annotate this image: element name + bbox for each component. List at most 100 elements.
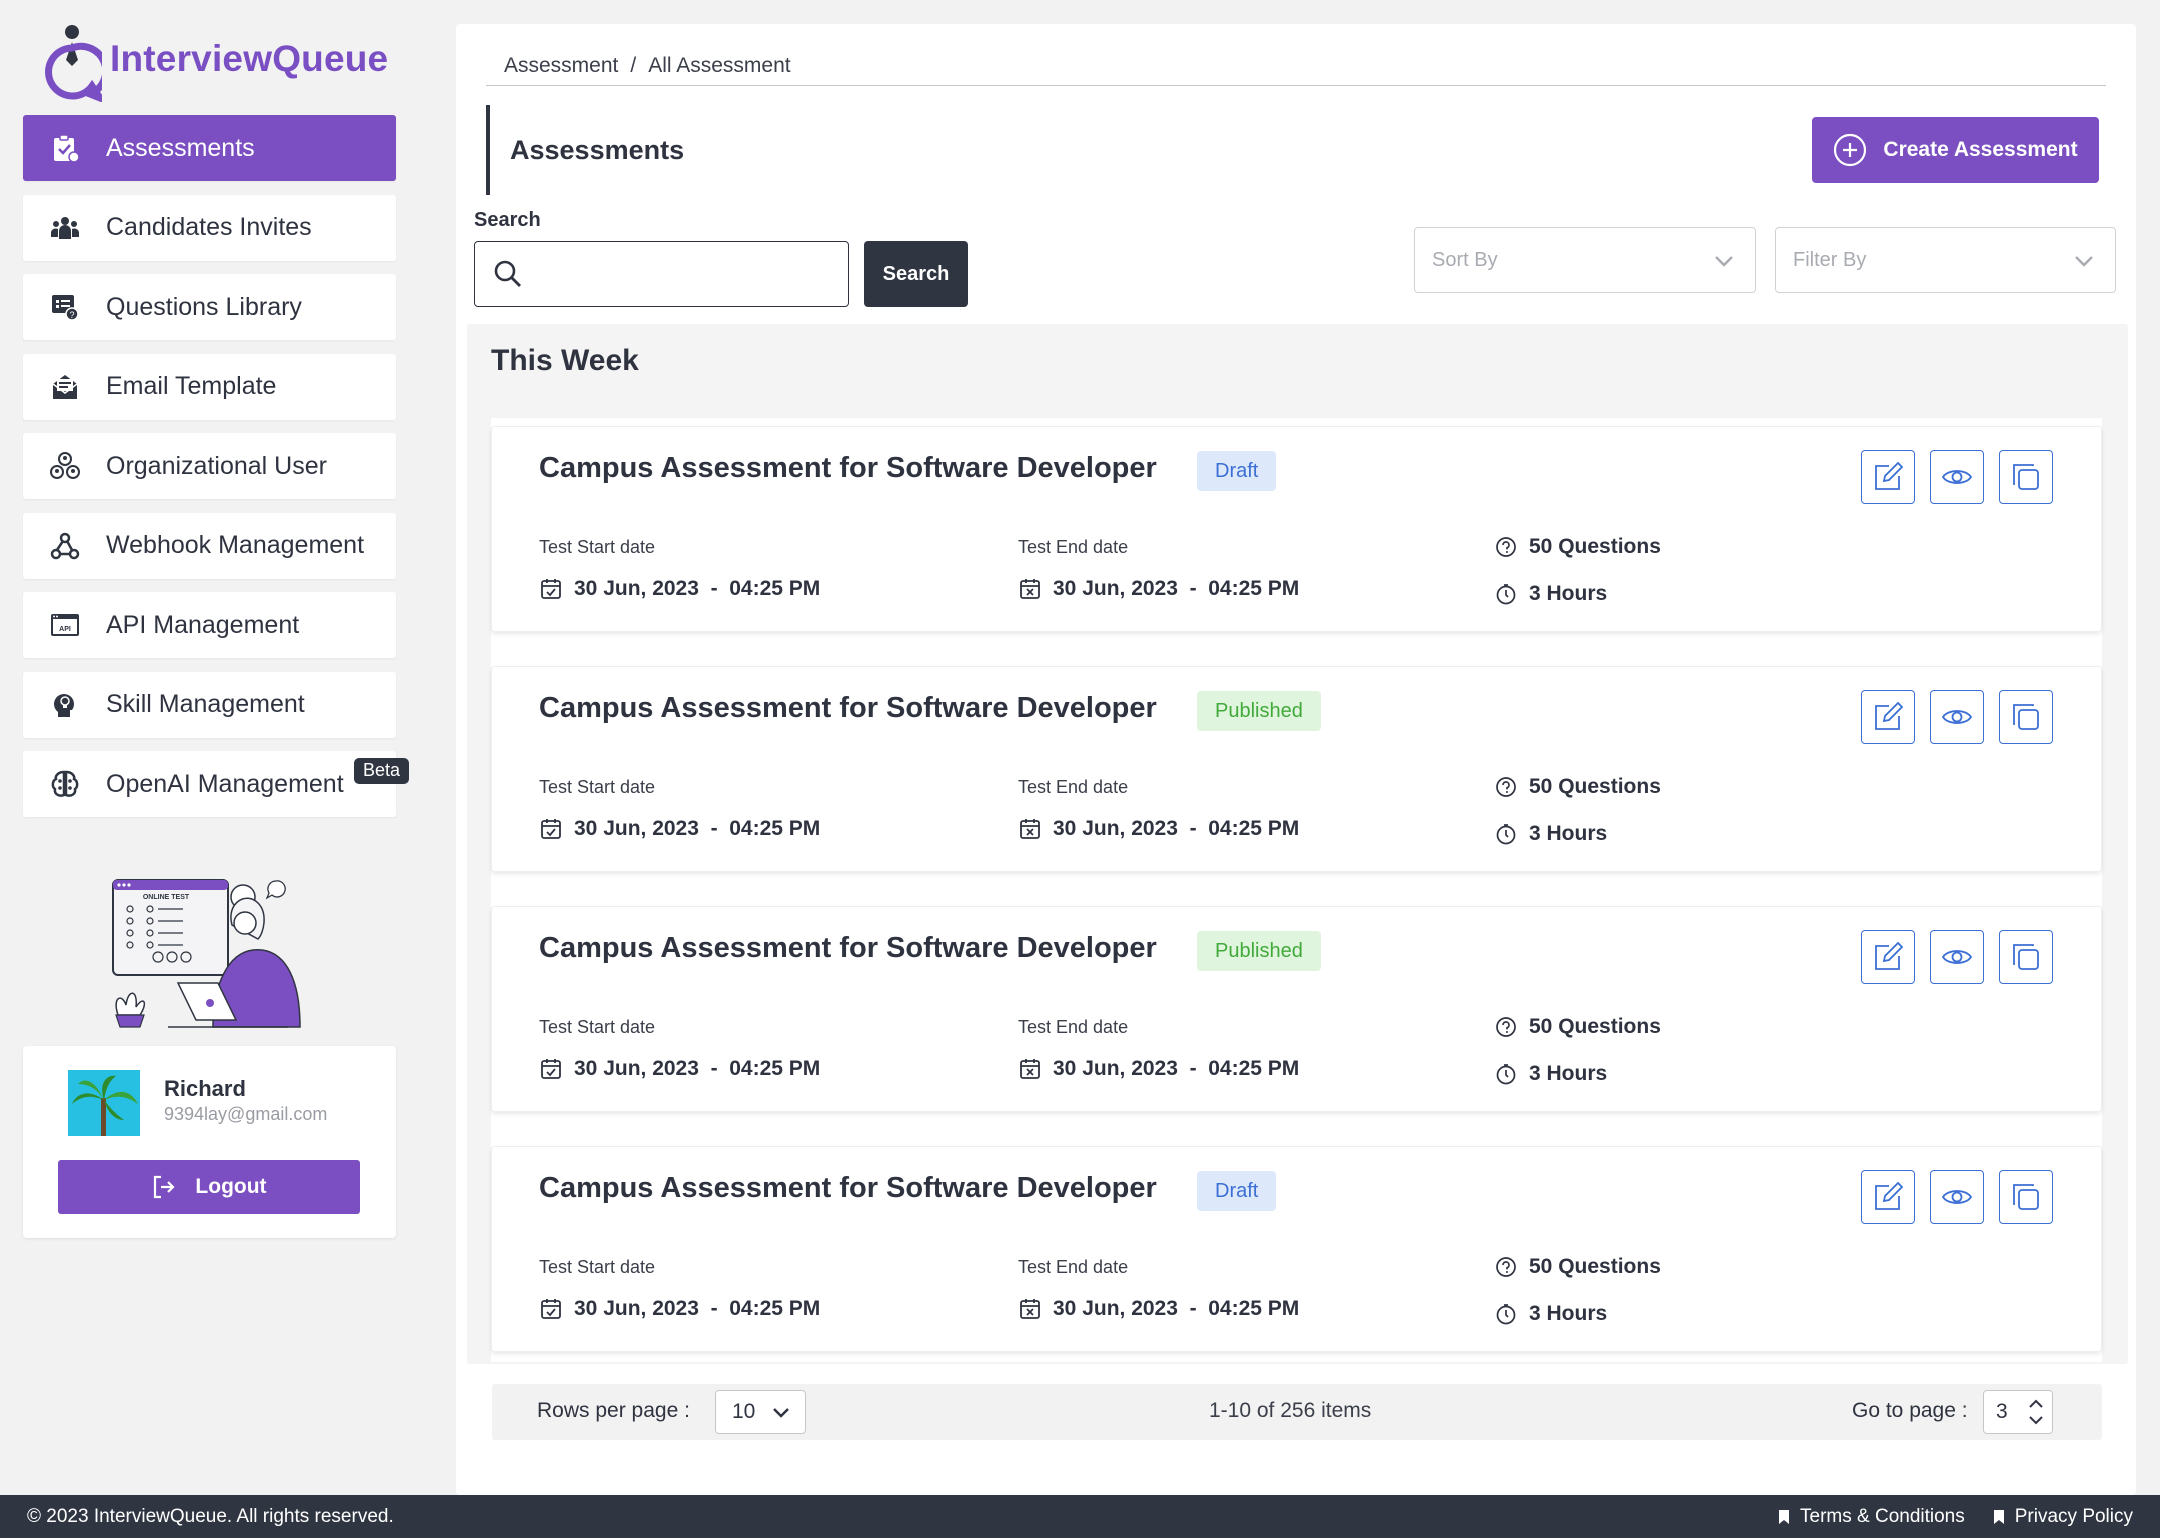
end-date: 30 Jun, 2023 - 04:25 PM: [1018, 817, 1299, 841]
duration-value: 3 Hours: [1529, 822, 1608, 845]
copyright: © 2023 InterviewQueue. All rights reserv…: [27, 1506, 394, 1527]
status-badge: Published: [1197, 691, 1321, 731]
sidebar-item-label: Email Template: [106, 372, 277, 400]
user-card: Richard 9394lay@gmail.com Logout: [23, 1046, 396, 1238]
search-field[interactable]: [474, 241, 849, 307]
items-summary: 1-10 of 256 items: [1209, 1399, 1372, 1422]
copy-icon: [2013, 1184, 2039, 1210]
sidebar-item-skill-management[interactable]: Skill Management: [23, 671, 396, 738]
end-date-label: Test End date: [1018, 1017, 1129, 1037]
question-count: 50 Questions: [1495, 775, 1661, 799]
calendar-check-icon: [541, 1299, 561, 1319]
sidebar-item-openai-management[interactable]: OpenAI Management Beta: [23, 751, 409, 817]
view-button[interactable]: [1930, 450, 1984, 504]
end-date-label: Test End date: [1018, 537, 1129, 557]
card-actions: [1846, 450, 2053, 504]
edit-button[interactable]: [1861, 450, 1915, 504]
sidebar-item-questions-library[interactable]: ? Questions Library: [23, 274, 396, 340]
sidebar-item-assessments[interactable]: Assessments: [23, 115, 396, 181]
sidebar-item-organizational-user[interactable]: Organizational User: [23, 433, 396, 499]
breadcrumb: Assessment / All Assessment: [504, 54, 791, 78]
sidebar-item-api-management[interactable]: API API Management: [23, 592, 396, 658]
logout-button[interactable]: Logout: [58, 1160, 360, 1214]
duration: 3 Hours: [1495, 1062, 1607, 1086]
sidebar-item-webhook-management[interactable]: Webhook Management: [23, 512, 396, 579]
assessment-title[interactable]: Campus Assessment for Software Developer: [539, 692, 1157, 725]
filter-by-select[interactable]: Filter By: [1775, 227, 2116, 293]
app-logo[interactable]: InterviewQueue: [42, 20, 388, 102]
start-date-value: 30 Jun, 2023 - 04:25 PM: [574, 577, 821, 600]
calendar-check-icon: [541, 1059, 561, 1079]
question-circle-icon: [1496, 777, 1516, 797]
eye-icon: [1941, 950, 1973, 964]
sidebar-item-email-template[interactable]: Email Template: [23, 353, 396, 420]
edit-icon: [1875, 1181, 1904, 1210]
assessment-card[interactable]: Campus Assessment for Software Developer…: [491, 426, 2102, 632]
duplicate-button[interactable]: [1999, 450, 2053, 504]
duplicate-button[interactable]: [1999, 930, 2053, 984]
clipboard-icon: [48, 131, 82, 165]
search-input[interactable]: [537, 261, 827, 287]
eye-icon: [1941, 1190, 1973, 1204]
chevron-down-icon: [2075, 256, 2093, 267]
edit-icon: [1875, 461, 1904, 490]
chevron-down-icon: [1715, 256, 1733, 267]
assessment-list: Campus Assessment for Software Developer…: [491, 418, 2102, 1362]
breadcrumb-root[interactable]: Assessment: [504, 54, 618, 77]
svg-text:?: ?: [69, 310, 74, 320]
duration: 3 Hours: [1495, 822, 1607, 846]
start-date-label: Test Start date: [539, 777, 656, 797]
calendar-x-icon: [1020, 579, 1040, 599]
duplicate-button[interactable]: [1999, 690, 2053, 744]
duration-value: 3 Hours: [1529, 1062, 1608, 1085]
edit-button[interactable]: [1861, 930, 1915, 984]
view-button[interactable]: [1930, 690, 1984, 744]
sidebar-item-label: Assessments: [106, 133, 255, 162]
card-actions: [1846, 690, 2053, 744]
clock-icon: [1496, 824, 1516, 845]
question-list-icon: ?: [48, 290, 82, 324]
sidebar-item-label: OpenAI Management: [106, 769, 344, 798]
calendar-check-icon: [541, 579, 561, 599]
assessment-title[interactable]: Campus Assessment for Software Developer: [539, 932, 1157, 965]
assessment-title[interactable]: Campus Assessment for Software Developer: [539, 452, 1157, 485]
status-badge: Draft: [1197, 1171, 1277, 1211]
view-button[interactable]: [1930, 930, 1984, 984]
avatar[interactable]: [68, 1070, 140, 1136]
sidebar-item-label: API Management: [106, 610, 300, 639]
question-count: 50 Questions: [1495, 535, 1661, 559]
end-date: 30 Jun, 2023 - 04:25 PM: [1018, 577, 1299, 601]
footer: © 2023 InterviewQueue. All rights reserv…: [0, 1495, 2160, 1538]
calendar-check-icon: [541, 819, 561, 839]
logout-label: Logout: [195, 1175, 267, 1198]
svg-text:API: API: [59, 626, 71, 633]
go-to-page-input[interactable]: 3: [1983, 1390, 2053, 1434]
start-date-label: Test Start date: [539, 537, 656, 557]
search-label: Search: [474, 209, 541, 231]
stepper-icon[interactable]: [2026, 1396, 2046, 1428]
illustration-caption: ONLINE TEST: [143, 894, 190, 901]
edit-button[interactable]: [1861, 1170, 1915, 1224]
copy-icon: [2013, 464, 2039, 490]
go-to-page-label: Go to page :: [1852, 1399, 1968, 1422]
sort-by-select[interactable]: Sort By: [1414, 227, 1756, 293]
assessment-card[interactable]: Campus Assessment for Software Developer…: [491, 906, 2102, 1112]
edit-icon: [1875, 941, 1904, 970]
view-button[interactable]: [1930, 1170, 1984, 1224]
assessment-title[interactable]: Campus Assessment for Software Developer: [539, 1172, 1157, 1205]
sidebar: InterviewQueue Assessments Candidates In…: [0, 0, 420, 1495]
copy-icon: [2013, 704, 2039, 730]
edit-button[interactable]: [1861, 690, 1915, 744]
eye-icon: [1941, 710, 1973, 724]
question-count: 50 Questions: [1495, 1255, 1661, 1279]
week-group: This Week Campus Assessment for Software…: [467, 324, 2128, 1364]
search-button[interactable]: Search: [864, 241, 968, 307]
terms-link[interactable]: Terms & Conditions: [1778, 1506, 1965, 1528]
assessment-card[interactable]: Campus Assessment for Software Developer…: [491, 1146, 2102, 1352]
sidebar-item-candidates-invites[interactable]: Candidates Invites: [23, 194, 396, 261]
assessment-card[interactable]: Campus Assessment for Software Developer…: [491, 666, 2102, 872]
create-assessment-button[interactable]: Create Assessment: [1812, 117, 2099, 183]
duplicate-button[interactable]: [1999, 1170, 2053, 1224]
privacy-link[interactable]: Privacy Policy: [1993, 1506, 2133, 1528]
rows-per-page-select[interactable]: 10: [715, 1390, 806, 1434]
